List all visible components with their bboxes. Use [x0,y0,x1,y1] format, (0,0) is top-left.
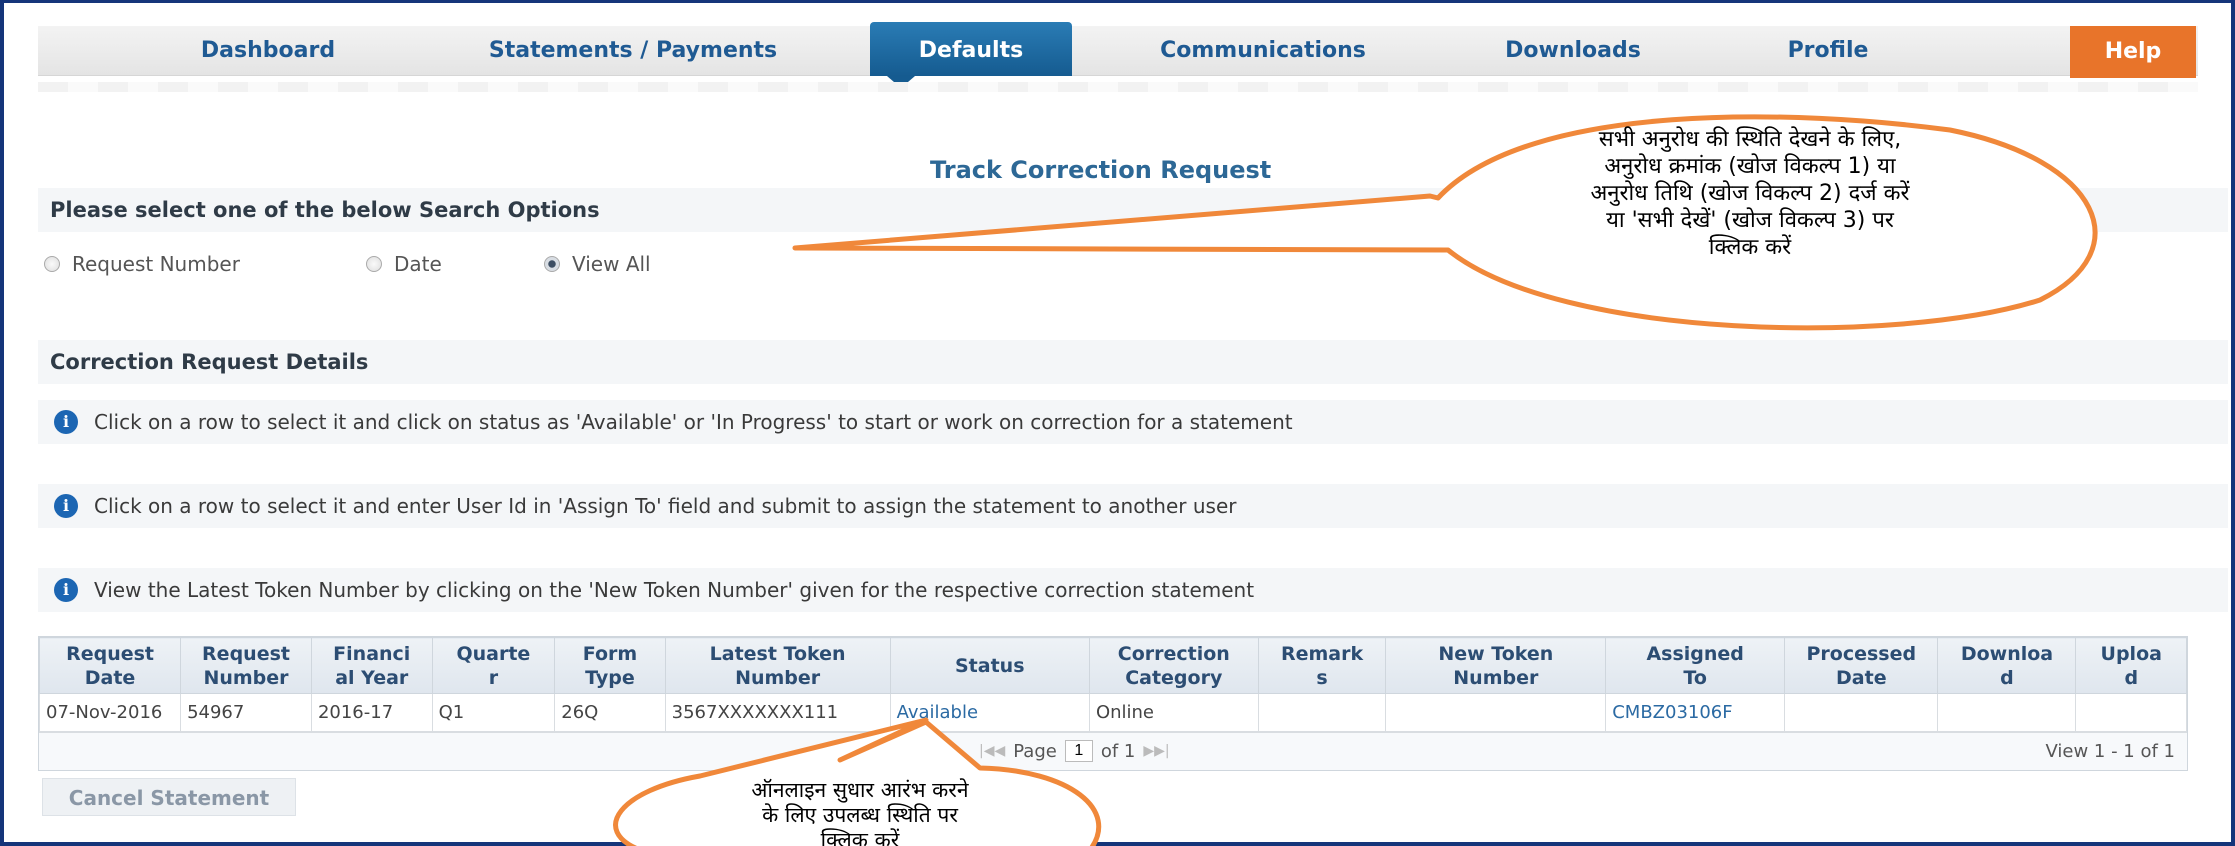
top-callout-text: सभी अनुरोध की स्थिति देखने के लिए, अनुरो… [1530,126,1970,261]
callout-line: क्लिक करें [820,828,900,846]
callout-line: अनुरोध क्रमांक (खोज विकल्प 1) या [1604,154,1896,179]
callout-line: अनुरोध तिथि (खोज विकल्प 2) दर्ज करें [1590,181,1910,206]
callout-line: के लिए उपलब्ध स्थिति पर [762,803,958,827]
callout-line: ऑनलाइन सुधार आरंभ करने [751,778,969,802]
callout-line: या 'सभी देखें' (खोज विकल्प 3) पर [1606,208,1894,233]
callout-line: सभी अनुरोध की स्थिति देखने के लिए, [1598,127,1902,152]
callout-line: क्लिक करें [1708,235,1792,260]
bottom-callout-text: ऑनलाइन सुधार आरंभ करने के लिए उपलब्ध स्थ… [660,778,1060,846]
